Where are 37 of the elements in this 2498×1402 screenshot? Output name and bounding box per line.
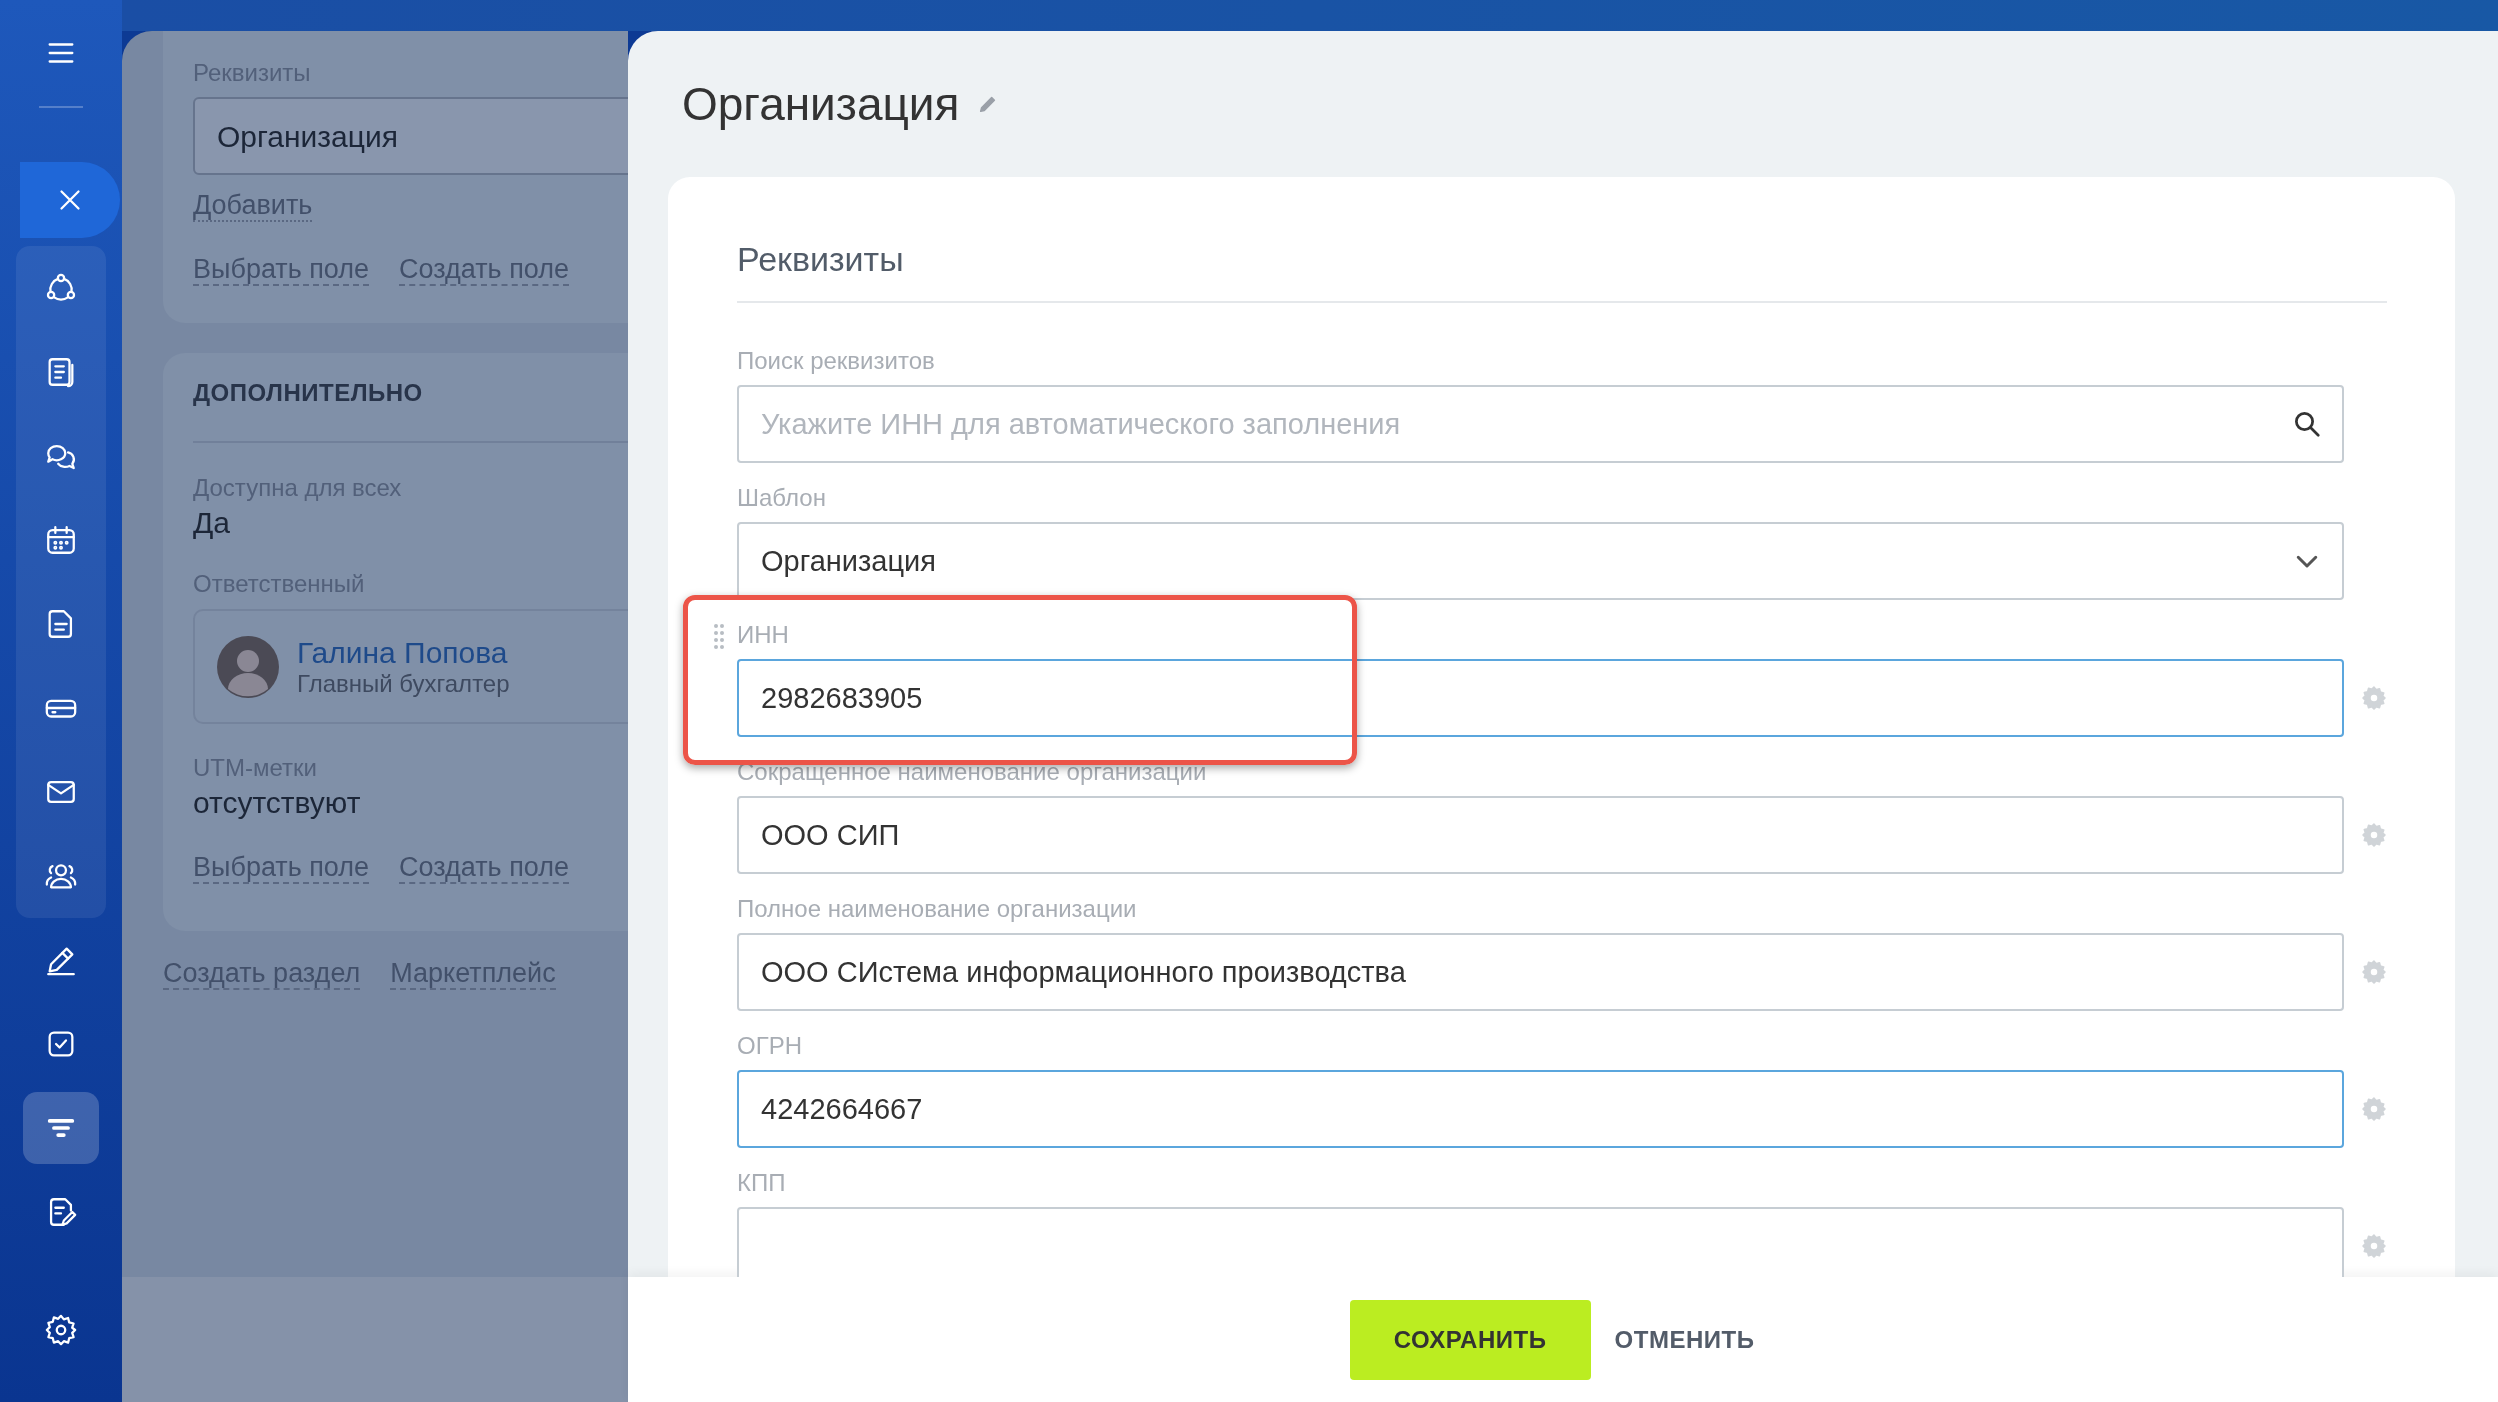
field-link[interactable]: Создать поле (399, 254, 569, 287)
panel-title: Организация (682, 76, 960, 132)
field-value: отсутствуют (193, 786, 362, 821)
sidebar-item[interactable] (23, 1092, 99, 1164)
input-field[interactable]: 4242664667 (737, 1070, 2344, 1149)
field-value: Да (193, 506, 231, 541)
field-label: Сокращенное наименование организации (737, 758, 1208, 787)
avatar-icon (217, 635, 279, 698)
drag-handle-icon[interactable] (713, 623, 725, 650)
requisites-field[interactable]: Организация (193, 97, 628, 176)
field-link[interactable]: Создать раздел (163, 958, 361, 991)
input-field[interactable]: ООО СИП (737, 796, 2344, 875)
section-title: Реквизиты (737, 239, 905, 280)
input-field[interactable] (737, 1207, 2344, 1277)
cancel-button[interactable]: ОТМЕНИТЬ (1592, 1299, 1777, 1380)
field-label: КПП (737, 1169, 787, 1198)
field-label: Поиск реквизитов (737, 347, 936, 376)
field-link[interactable]: Выбрать поле (193, 254, 370, 287)
person-name-link[interactable]: Галина Попова (297, 635, 510, 670)
field-link[interactable]: Маркетплейс (390, 958, 556, 991)
field-link[interactable]: Выбрать поле (193, 852, 370, 885)
add-link[interactable]: Добавить (193, 190, 313, 223)
search-field[interactable]: Укажите ИНН для автоматического заполнения (737, 385, 2344, 464)
calendar-icon[interactable] (44, 523, 78, 557)
input-field[interactable]: 2982683905 (737, 659, 2344, 738)
field-label: ОГРН (737, 1032, 803, 1061)
field-label: Полное наименование организации (737, 895, 1138, 924)
search-icon[interactable] (2292, 409, 2322, 440)
field-link[interactable]: Создать поле (399, 852, 569, 885)
section-title: ДОПОЛНИТЕЛЬНО (193, 379, 424, 408)
input-field[interactable]: ООО СИстема информационного производства (737, 933, 2344, 1012)
person-position: Главный бухгалтер (297, 669, 510, 698)
field-label: Шаблон (737, 484, 827, 513)
settings-icon[interactable] (44, 1313, 78, 1347)
save-button[interactable]: СОХРАНИТЬ (1349, 1299, 1591, 1380)
field-label: ИНН (737, 621, 790, 650)
template-select[interactable]: Организация (737, 522, 2344, 601)
